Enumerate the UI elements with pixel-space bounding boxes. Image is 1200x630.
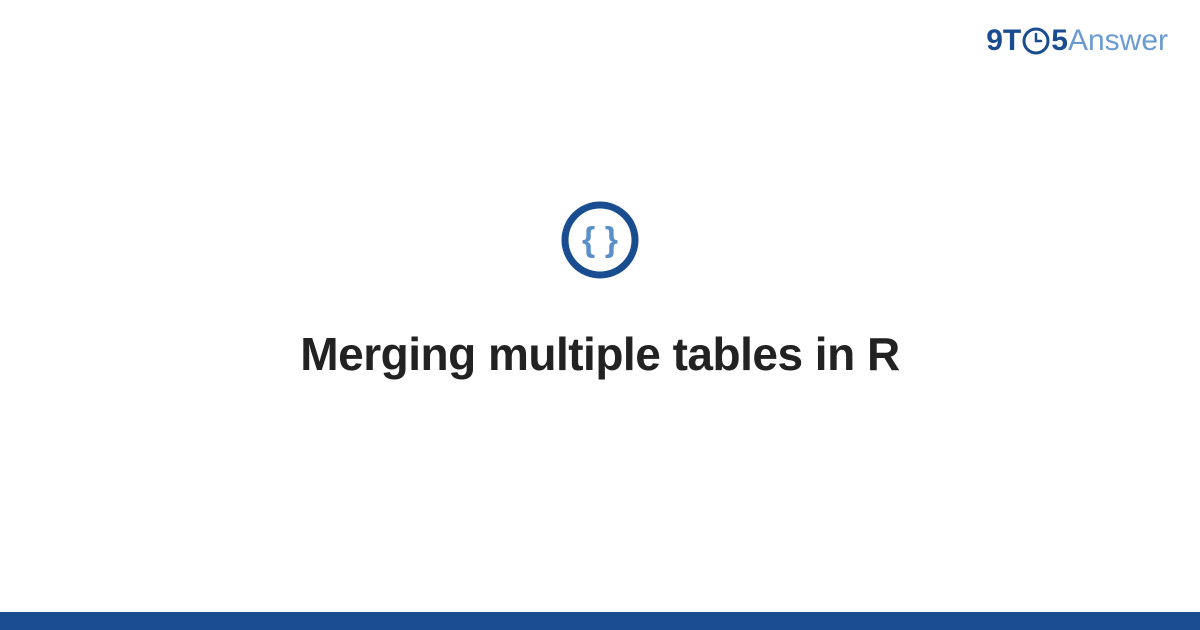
svg-text:{ }: { }: [582, 221, 618, 259]
main-content: { } Merging multiple tables in R: [0, 0, 1200, 630]
footer-accent-bar: [0, 612, 1200, 630]
page-title: Merging multiple tables in R: [300, 327, 899, 381]
code-braces-icon: { }: [560, 200, 640, 285]
